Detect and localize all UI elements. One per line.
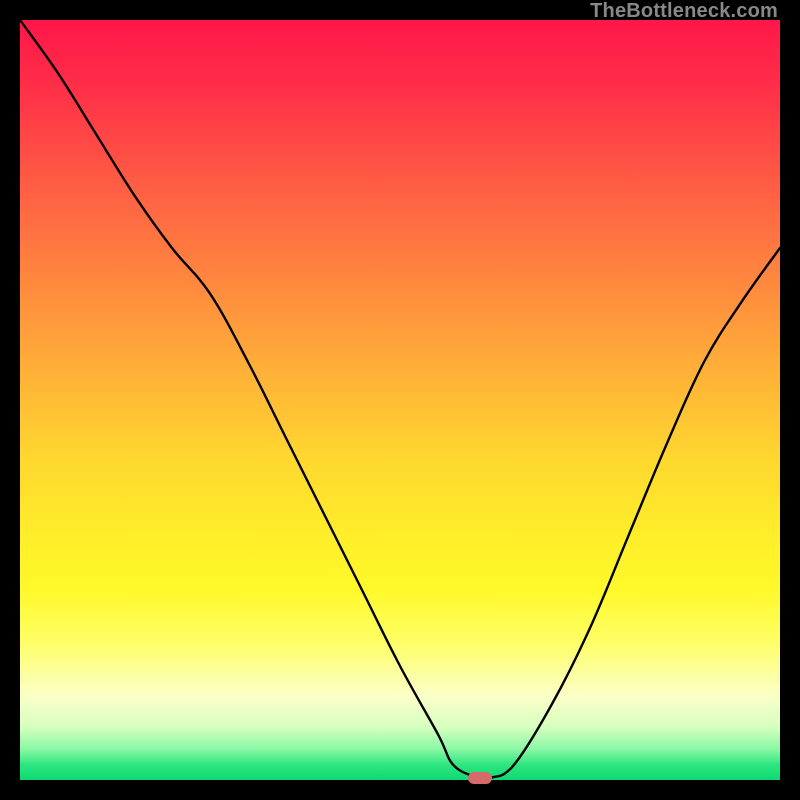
watermark-text: TheBottleneck.com <box>590 0 778 23</box>
chart-frame: TheBottleneck.com <box>0 0 800 800</box>
curve-minimum-marker <box>468 772 492 784</box>
plot-gradient-background <box>20 20 780 780</box>
